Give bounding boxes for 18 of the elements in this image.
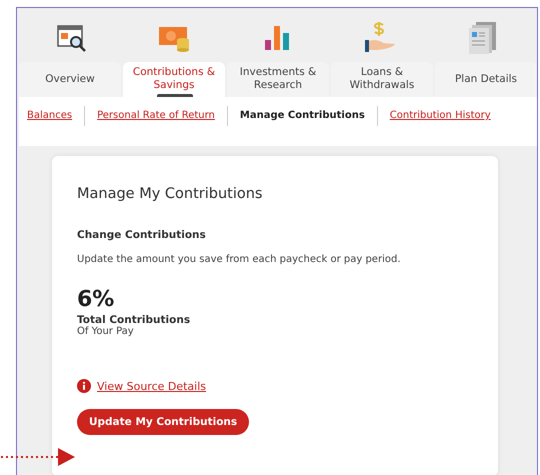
total-label: Total Contributions — [77, 314, 192, 326]
view-details-link[interactable]: View Source Details — [97, 380, 206, 392]
nav-tab[interactable]: Contributions & Savings — [123, 62, 225, 97]
section-title: Change Contributions — [77, 229, 207, 241]
subnav-link[interactable]: Balances — [27, 108, 72, 123]
subnav-link[interactable]: Manage Contributions — [240, 108, 365, 123]
total-sublabel: Of Your Pay — [77, 326, 135, 337]
subnav-link[interactable]: Contribution History — [390, 108, 491, 123]
description-text: Update the amount you save from each paycheck or pay period. — [77, 254, 402, 265]
nav-tab[interactable]: Plan Details — [435, 62, 537, 97]
nav-tab[interactable]: Loans & Withdrawals — [331, 62, 433, 97]
nav-tab[interactable]: Investments & Research — [227, 62, 329, 97]
info-icon — [77, 379, 91, 393]
nav-tab[interactable]: Overview — [19, 62, 121, 97]
card-title: Manage My Contributions — [77, 186, 264, 202]
update-button[interactable]: Update My Contributions — [77, 409, 250, 435]
subnav-link[interactable]: Personal Rate of Return — [97, 108, 215, 123]
total-percentage: 6% — [77, 287, 116, 312]
